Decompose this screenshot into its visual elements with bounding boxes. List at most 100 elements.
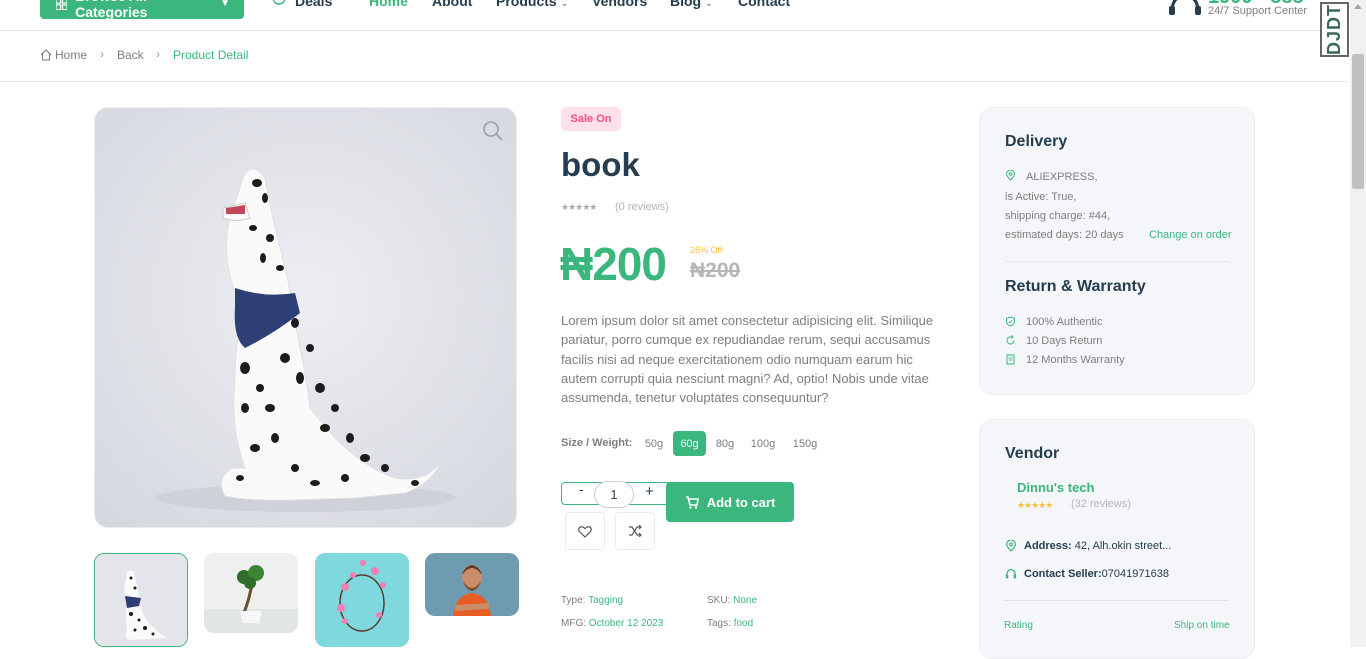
dalmatian-dog-image	[95, 108, 516, 527]
home-icon	[40, 49, 52, 61]
review-count[interactable]: (0 reviews)	[615, 201, 669, 213]
nav-blog-label: Blog	[670, 0, 702, 9]
size-option-60g[interactable]: 60g	[673, 431, 706, 456]
add-to-cart-label: Add to cart	[706, 494, 776, 510]
meta-sku-value: None	[733, 595, 758, 606]
breadcrumb-separator: ›	[100, 47, 104, 61]
nav-blog[interactable]: Blog ⌄	[670, 0, 713, 9]
chevron-down-icon: ⌄	[560, 0, 569, 8]
nav-products-label: Products	[496, 0, 557, 9]
delivery-title: Delivery	[1005, 133, 1068, 150]
location-icon	[1006, 540, 1016, 552]
vendor-title: Vendor	[1005, 445, 1060, 462]
meta-mfg: MFG: October 12 2023	[561, 618, 663, 629]
meta-sku: SKU: None	[707, 595, 757, 606]
chevron-down-icon: ▼	[220, 0, 230, 9]
breadcrumb-separator: ›	[156, 47, 160, 61]
vendor-address: Address: 42, Alh.okin street...	[1024, 540, 1171, 552]
thumbnail-dalmatian-image	[95, 554, 187, 646]
breadcrumb-current: Product Detail	[173, 48, 249, 62]
nav-contact[interactable]: Contact	[738, 0, 790, 9]
fire-icon	[272, 0, 286, 5]
nav-about[interactable]: About	[432, 0, 472, 9]
chevron-down-icon: ⌄	[705, 0, 713, 8]
nav-products[interactable]: Products ⌄	[496, 0, 568, 9]
page-scrollbar[interactable]	[1350, 0, 1366, 647]
meta-type: Type: Tagging	[561, 595, 623, 606]
rating-stars: ★★★★★	[561, 202, 597, 212]
vendor-contact-label: Contact Seller:	[1024, 568, 1102, 580]
headset-icon	[1169, 0, 1201, 15]
shield-icon	[1006, 316, 1015, 327]
meta-mfg-value: October 12 2023	[588, 618, 664, 629]
meta-type-value[interactable]: Tagging	[588, 595, 623, 606]
warranty-months: 12 Months Warranty	[1026, 354, 1125, 366]
nav-home[interactable]: Home	[369, 0, 408, 9]
meta-mfg-label: MFG:	[561, 618, 586, 629]
scrollbar-thumb[interactable]	[1352, 54, 1364, 189]
vendor-rating-stars: ★★★★★	[1017, 500, 1053, 510]
cart-icon	[685, 495, 699, 509]
wishlist-button[interactable]	[565, 512, 605, 550]
quantity-increment-button[interactable]: +	[645, 483, 654, 500]
thumbnail-flowers-image	[315, 553, 409, 647]
search-icon[interactable]	[482, 120, 504, 142]
support-label: 24/7 Support Center	[1208, 5, 1308, 17]
panel-divider	[1004, 600, 1229, 601]
sale-badge: Sale On	[561, 107, 621, 131]
nav-vendors[interactable]: Vendors	[592, 0, 647, 9]
quantity-input[interactable]	[594, 481, 634, 508]
grid-icon	[56, 0, 68, 10]
vendor-contact: Contact Seller:07041971638	[1024, 568, 1169, 580]
current-price: ₦200	[560, 238, 667, 290]
meta-tags-label: Tags:	[707, 618, 731, 629]
vendor-ship-label: Ship on time	[1174, 620, 1230, 631]
thumbnail-bonsai[interactable]	[204, 553, 298, 633]
breadcrumb-back[interactable]: Back	[117, 48, 144, 62]
thumbnail-man[interactable]	[425, 553, 519, 616]
size-option-50g[interactable]: 50g	[639, 431, 669, 456]
size-option-100g[interactable]: 100g	[746, 431, 780, 456]
quantity-decrement-button[interactable]: -	[579, 481, 584, 497]
meta-tags-value[interactable]: food	[734, 618, 753, 629]
delivery-shipping-charge: shipping charge: #44,	[1005, 210, 1111, 222]
thumbnail-man-image	[425, 553, 519, 616]
vendor-name[interactable]: Dinnu's tech	[1017, 480, 1095, 495]
support-center: 1900 - 888 24/7 Support Center	[1168, 0, 1318, 26]
delivery-estimated-days: estimated days: 20 days	[1005, 229, 1124, 241]
delivery-carrier: ALIEXPRESS,	[1026, 171, 1098, 183]
delivery-active: is Active: True,	[1005, 191, 1077, 203]
compare-button[interactable]	[615, 512, 655, 550]
size-option-80g[interactable]: 80g	[710, 431, 740, 456]
old-price: ₦200	[690, 259, 741, 282]
thumbnail-flowers[interactable]	[315, 553, 409, 647]
warranty-title: Return & Warranty	[1005, 278, 1146, 295]
vendor-rating-label: Rating	[1004, 620, 1033, 631]
change-on-order-link[interactable]: Change on order	[1149, 229, 1232, 241]
thumbnail-bonsai-image	[204, 553, 298, 633]
add-to-cart-button[interactable]: Add to cart	[666, 482, 794, 522]
document-icon	[1006, 354, 1015, 365]
product-main-image[interactable]	[94, 107, 517, 528]
meta-sku-label: SKU:	[707, 595, 731, 606]
size-label: Size / Weight:	[561, 437, 633, 449]
scroll-up-arrow-icon[interactable]	[1354, 4, 1362, 9]
warranty-authentic: 100% Authentic	[1026, 316, 1103, 328]
meta-type-label: Type:	[561, 595, 586, 606]
vendor-address-value: 42, Alh.okin street...	[1071, 540, 1172, 552]
heart-icon	[578, 525, 592, 538]
breadcrumb: Home › Back › Product Detail	[0, 31, 1350, 82]
breadcrumb-home[interactable]: Home	[55, 48, 87, 62]
browse-categories-label: Browse All Categories	[75, 0, 148, 20]
thumbnail-dalmatian[interactable]	[94, 553, 188, 647]
main-navigation: Browse All Categories ▼ Deals Home About…	[0, 0, 1350, 31]
browse-categories-button[interactable]: Browse All Categories ▼	[40, 0, 244, 20]
meta-tags: Tags: food	[707, 618, 753, 629]
nav-deals[interactable]: Deals	[295, 0, 332, 9]
size-option-150g[interactable]: 150g	[786, 431, 824, 456]
vendor-address-label: Address:	[1024, 540, 1072, 552]
product-title: book	[561, 146, 640, 183]
shuffle-icon	[629, 525, 642, 537]
product-description: Lorem ipsum dolor sit amet consectetur a…	[561, 313, 934, 406]
warranty-return: 10 Days Return	[1026, 335, 1103, 347]
